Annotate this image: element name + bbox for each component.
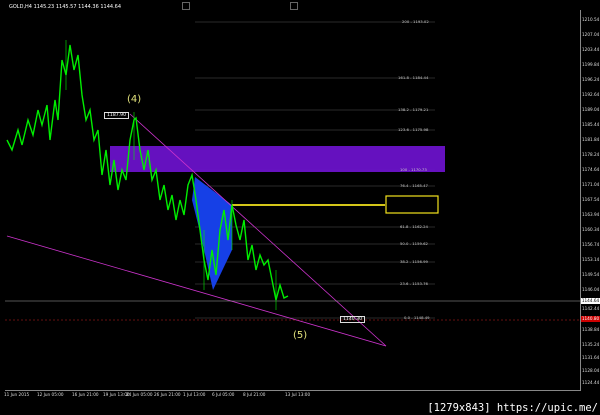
price-tick: 1153.14 xyxy=(582,257,600,262)
price-plot[interactable] xyxy=(0,0,600,415)
price-tick: 1163.94 xyxy=(582,212,600,217)
price-tick: 1171.04 xyxy=(582,182,600,187)
price-tick: 1192.64 xyxy=(582,92,600,97)
fib-label: 76.4 - 1165.47 xyxy=(400,183,428,188)
price-tick: 1156.74 xyxy=(582,242,600,247)
price-tick: 1149.54 xyxy=(582,272,600,277)
price-box-wave4: 1187.90 xyxy=(104,112,129,119)
time-tick: 12 Jun 05:00 xyxy=(37,392,64,397)
chart-window[interactable]: GOLD,H4 1145.23 1145.57 1144.36 1144.64 xyxy=(0,0,600,415)
time-tick: 24 Jun 05:00 xyxy=(126,392,153,397)
price-tick: 1189.04 xyxy=(582,107,600,112)
time-tick: 8 Jul 21:00 xyxy=(243,392,266,397)
price-tick: 1146.04 xyxy=(582,287,600,292)
price-tick: 1178.24 xyxy=(582,152,600,157)
price-tick: 1124.44 xyxy=(582,380,600,385)
purple-zone xyxy=(110,146,445,172)
time-tick: 6 Jul 05:00 xyxy=(212,392,235,397)
fib-label: 123.6 - 1175.98 xyxy=(398,127,429,132)
lower-trendline xyxy=(6,235,387,347)
fib-label: 100 - 1170.73 xyxy=(400,167,427,172)
price-tick: 1174.64 xyxy=(582,167,600,172)
time-tick: 26 Jun 21:00 xyxy=(154,392,181,397)
fib-label: 138.2 - 1179.21 xyxy=(398,107,429,112)
time-tick: 1 Jul 13:00 xyxy=(183,392,206,397)
red-price-tag: 1140.80 xyxy=(581,316,600,322)
price-scale-axis xyxy=(580,10,581,390)
time-axis xyxy=(5,390,581,391)
wave-4-label: (4) xyxy=(127,94,142,105)
time-tick: 11 Jun 2015 xyxy=(4,392,30,397)
fib-label: 50.0 - 1159.62 xyxy=(400,241,428,246)
price-tick: 1128.04 xyxy=(582,368,600,373)
wave-5-label: (5) xyxy=(293,330,308,341)
price-tick: 1196.24 xyxy=(582,77,600,82)
price-box-target: 1140.30 xyxy=(340,316,365,323)
fib-label: 200 - 1193.02 xyxy=(402,19,429,24)
price-tick: 1203.44 xyxy=(582,47,600,52)
blue-zone xyxy=(192,177,232,290)
price-tick: 1181.84 xyxy=(582,137,600,142)
price-tick: 1207.04 xyxy=(582,32,600,37)
fib-label: 38.2 - 1156.99 xyxy=(400,259,428,264)
price-tick: 1160.34 xyxy=(582,227,600,232)
price-tick: 1185.44 xyxy=(582,122,600,127)
price-tick: 1135.24 xyxy=(582,342,600,347)
price-tick: 1142.44 xyxy=(582,306,600,311)
price-tick: 1167.54 xyxy=(582,197,600,202)
yellow-target-box xyxy=(385,195,439,214)
time-tick: 13 Jul 13:00 xyxy=(285,392,311,397)
time-tick: 16 Jun 21:00 xyxy=(72,392,99,397)
fib-label: 61.8 - 1162.24 xyxy=(400,224,428,229)
fib-label: 0.0 - 1148.49 xyxy=(404,315,430,320)
price-tick: 1210.54 xyxy=(582,17,600,22)
current-price-tag: 1144.64 xyxy=(581,298,600,304)
fib-label: 23.6 - 1153.76 xyxy=(400,281,428,286)
price-tick: 1131.64 xyxy=(582,355,600,360)
price-tick: 1138.84 xyxy=(582,327,600,332)
upic-watermark: [1279x843] https://upic.me/ xyxy=(425,401,600,415)
fib-label: 161.8 - 1184.44 xyxy=(398,75,429,80)
price-tick: 1199.84 xyxy=(582,62,600,67)
